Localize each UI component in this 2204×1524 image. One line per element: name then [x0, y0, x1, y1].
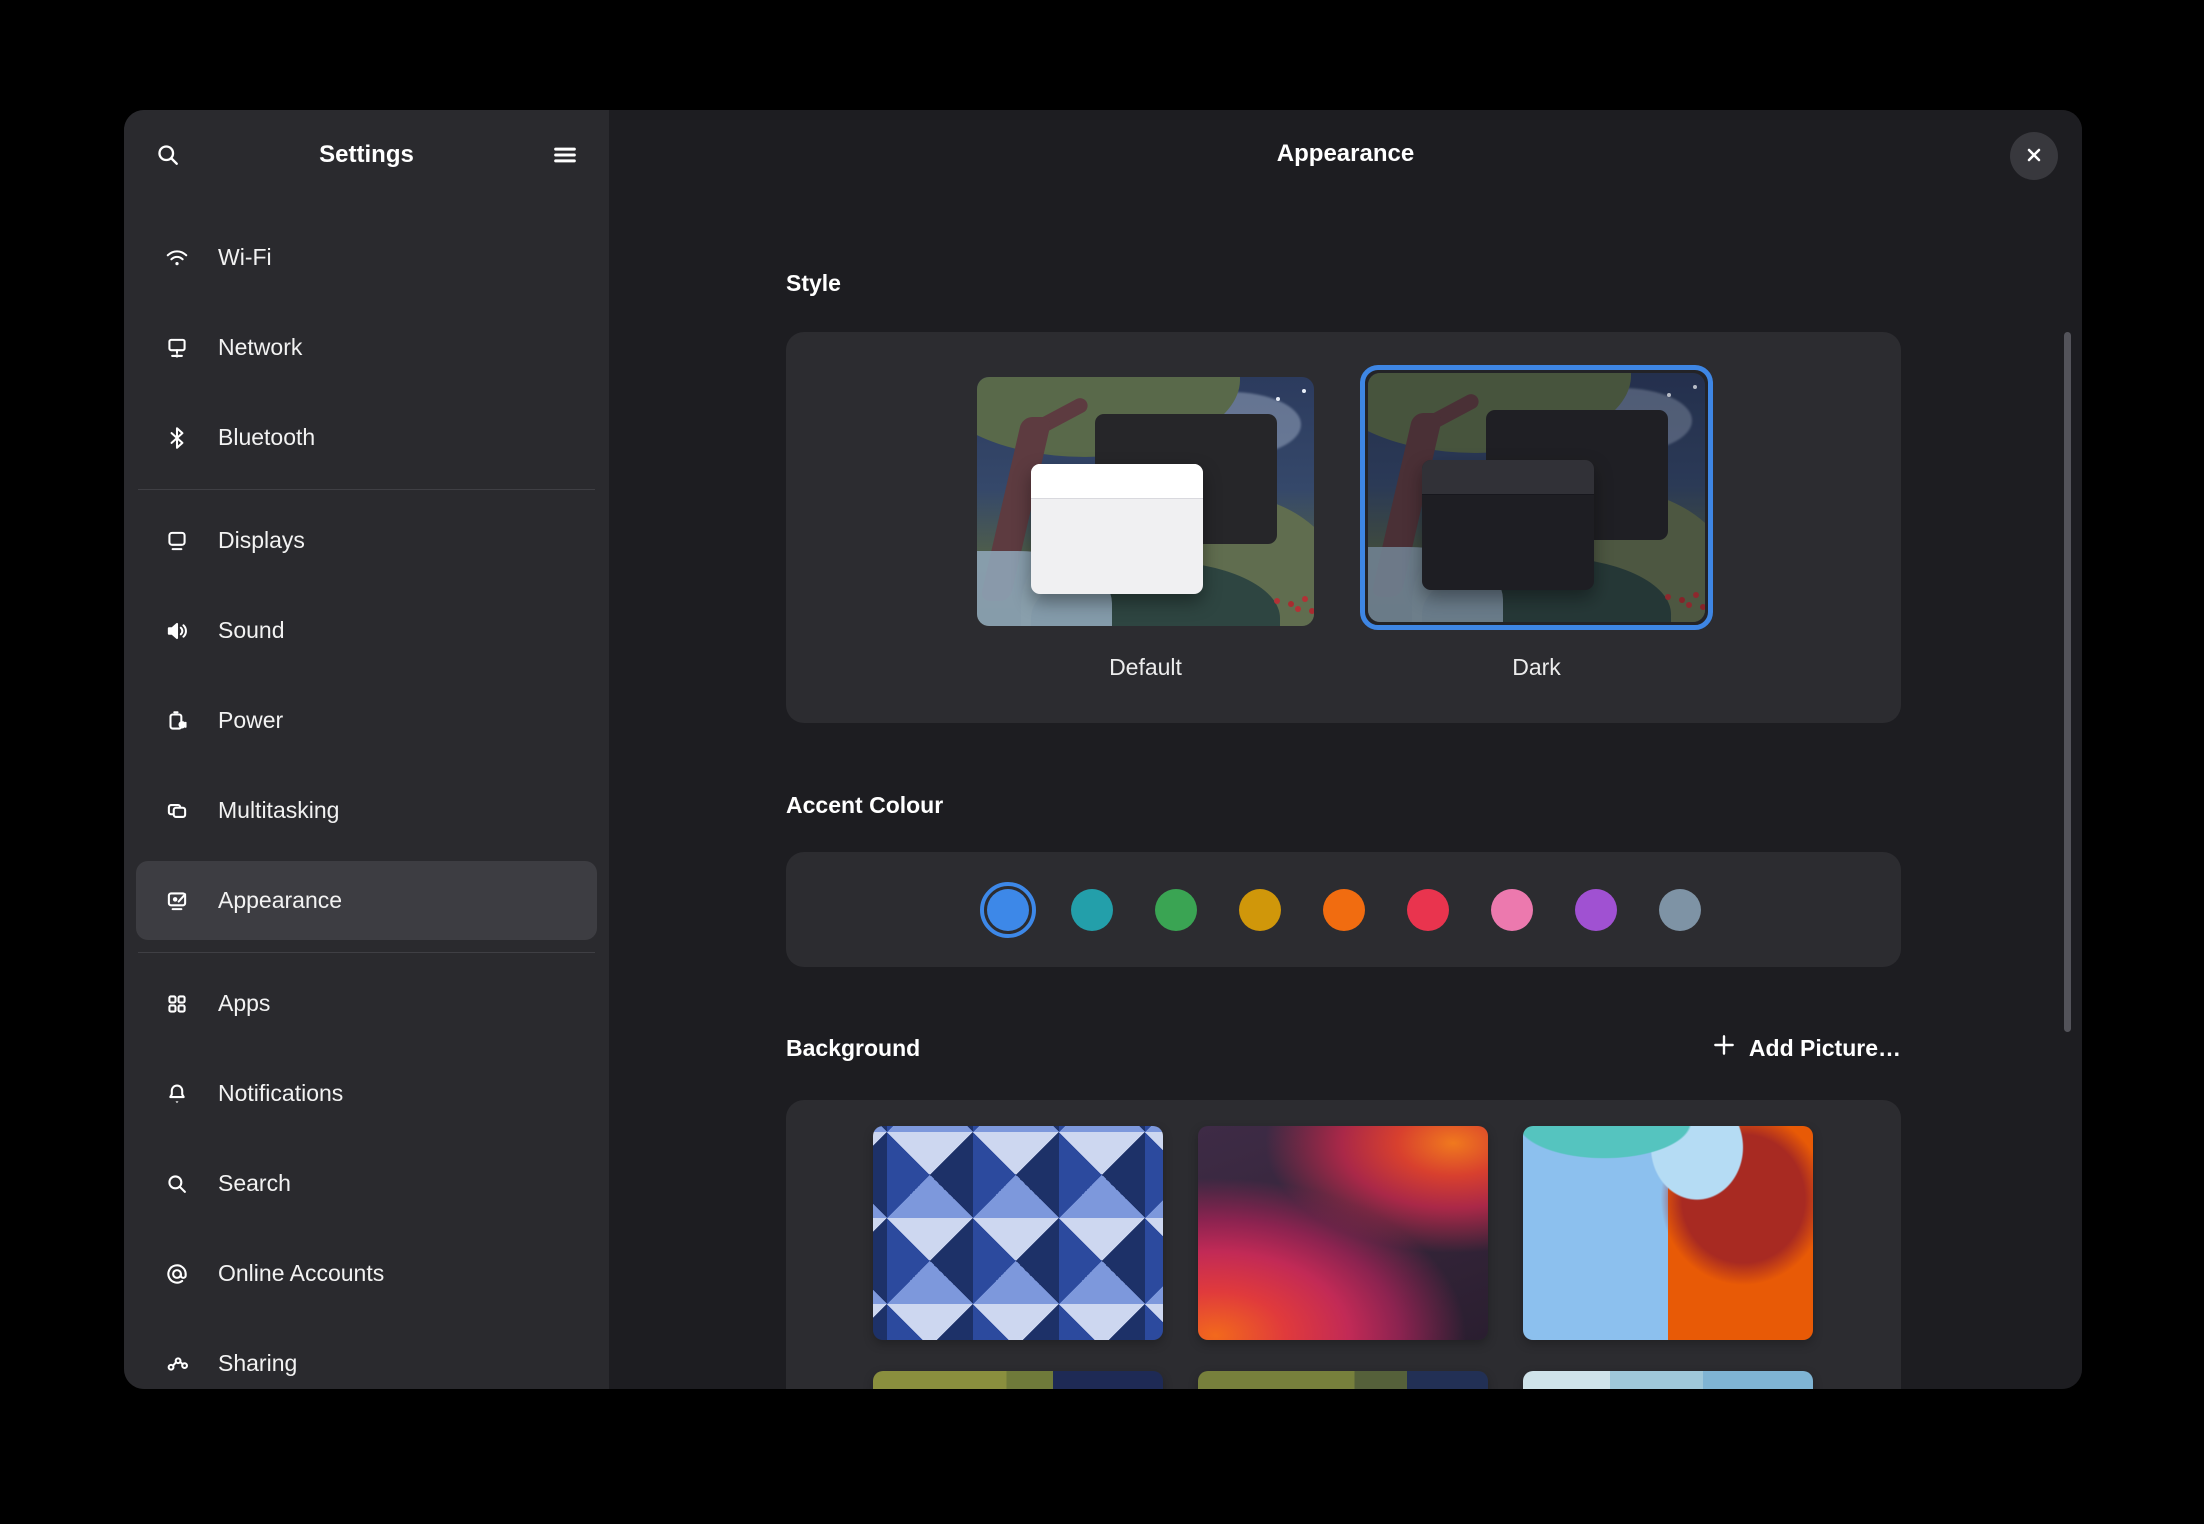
sidebar-item-power[interactable]: Power	[136, 681, 597, 760]
sidebar-item-bluetooth[interactable]: Bluetooth	[136, 398, 597, 477]
default-style-preview	[977, 377, 1314, 626]
sidebar-item-sound[interactable]: Sound	[136, 591, 597, 670]
appearance-panel: Appearance Style Default	[609, 110, 2082, 1389]
sidebar-item-label: Sound	[218, 617, 285, 644]
add-picture-button[interactable]: Add Picture…	[1711, 1032, 1901, 1064]
sidebar: Settings Wi-Fi Network Bluetooth Displays So…	[124, 110, 609, 1389]
style-option-default-label: Default	[977, 654, 1314, 681]
sidebar-separator	[138, 952, 595, 953]
accent-colour-slate[interactable]	[1659, 889, 1701, 931]
wallpaper-blue-cubes[interactable]	[873, 1126, 1163, 1340]
hamburger-icon	[550, 141, 580, 172]
style-option-dark-label: Dark	[1360, 654, 1713, 681]
sidebar-item-displays[interactable]: Displays	[136, 501, 597, 580]
sidebar-item-label: Notifications	[218, 1080, 343, 1107]
sidebar-separator	[138, 489, 595, 490]
displays-icon	[164, 528, 190, 554]
accent-colour-teal[interactable]	[1071, 889, 1113, 931]
wallpaper-lava-waves[interactable]	[1198, 1126, 1488, 1340]
sidebar-item-label: Sharing	[218, 1350, 297, 1377]
wifi-icon	[164, 245, 190, 271]
sidebar-item-label: Displays	[218, 527, 305, 554]
sidebar-item-apps[interactable]: Apps	[136, 964, 597, 1043]
style-card: Default Dark	[786, 332, 1901, 723]
background-heading-row: Background Add Picture…	[786, 1032, 1901, 1064]
sidebar-title: Settings	[124, 110, 609, 200]
sidebar-item-label: Search	[218, 1170, 291, 1197]
settings-window: Settings Wi-Fi Network Bluetooth Displays So…	[124, 110, 2082, 1389]
multitasking-icon	[164, 798, 190, 824]
wallpaper-grid	[786, 1100, 1901, 1389]
plus-icon	[1711, 1032, 1737, 1064]
sidebar-item-multitasking[interactable]: Multitasking	[136, 771, 597, 850]
page-title: Appearance	[609, 140, 2082, 168]
close-icon	[2024, 145, 2044, 168]
dark-style-preview	[1368, 373, 1705, 622]
background-card	[786, 1100, 1901, 1389]
accent-colour-red[interactable]	[1407, 889, 1449, 931]
wallpaper-drip-split[interactable]	[1523, 1126, 1813, 1340]
vertical-scrollbar[interactable]	[2064, 332, 2071, 1032]
battery-icon	[164, 708, 190, 734]
sidebar-item-label: Wi-Fi	[218, 244, 272, 271]
style-heading: Style	[786, 270, 841, 297]
accent-colour-card	[786, 852, 1901, 967]
primary-menu-button[interactable]	[543, 134, 587, 178]
sidebar-item-label: Network	[218, 334, 302, 361]
style-option-default[interactable]	[977, 377, 1314, 626]
network-icon	[164, 335, 190, 361]
wallpaper-meadow-night[interactable]	[873, 1371, 1163, 1389]
accent-colour-pink[interactable]	[1491, 889, 1533, 931]
sidebar-item-label: Online Accounts	[218, 1260, 384, 1287]
accent-colour-orange[interactable]	[1323, 889, 1365, 931]
sidebar-item-network[interactable]: Network	[136, 308, 597, 387]
style-option-dark-selected[interactable]	[1360, 365, 1713, 630]
share-icon	[164, 1351, 190, 1377]
sidebar-item-label: Appearance	[218, 887, 342, 914]
magnifier-icon	[164, 1171, 190, 1197]
appearance-icon	[164, 888, 190, 914]
sidebar-item-appearance[interactable]: Appearance	[136, 861, 597, 940]
sidebar-item-label: Multitasking	[218, 797, 339, 824]
sidebar-item-label: Power	[218, 707, 283, 734]
wallpaper-pale-clouds[interactable]	[1523, 1371, 1813, 1389]
sidebar-item-search[interactable]: Search	[136, 1144, 597, 1223]
speaker-icon	[164, 618, 190, 644]
sidebar-item-notifications[interactable]: Notifications	[136, 1054, 597, 1133]
at-icon	[164, 1261, 190, 1287]
sidebar-item-online-accounts[interactable]: Online Accounts	[136, 1234, 597, 1313]
sidebar-item-wifi[interactable]: Wi-Fi	[136, 218, 597, 297]
bluetooth-icon	[164, 425, 190, 451]
sidebar-item-label: Apps	[218, 990, 270, 1017]
sidebar-header: Settings	[124, 110, 609, 200]
close-button[interactable]	[2010, 132, 2058, 180]
accent-colour-purple[interactable]	[1575, 889, 1617, 931]
apps-grid-icon	[164, 991, 190, 1017]
wallpaper-marsh-night[interactable]	[1198, 1371, 1488, 1389]
accent-colour-heading: Accent Colour	[786, 792, 943, 819]
sidebar-nav: Wi-Fi Network Bluetooth Displays Sound Power M…	[124, 200, 609, 1389]
bell-icon	[164, 1081, 190, 1107]
accent-dot	[987, 889, 1029, 931]
add-picture-label: Add Picture…	[1749, 1035, 1901, 1062]
background-heading: Background	[786, 1035, 920, 1062]
accent-colour-blue-selected[interactable]	[980, 882, 1036, 938]
sidebar-item-label: Bluetooth	[218, 424, 315, 451]
accent-colour-yellow[interactable]	[1239, 889, 1281, 931]
accent-colour-green[interactable]	[1155, 889, 1197, 931]
sidebar-item-sharing[interactable]: Sharing	[136, 1324, 597, 1389]
